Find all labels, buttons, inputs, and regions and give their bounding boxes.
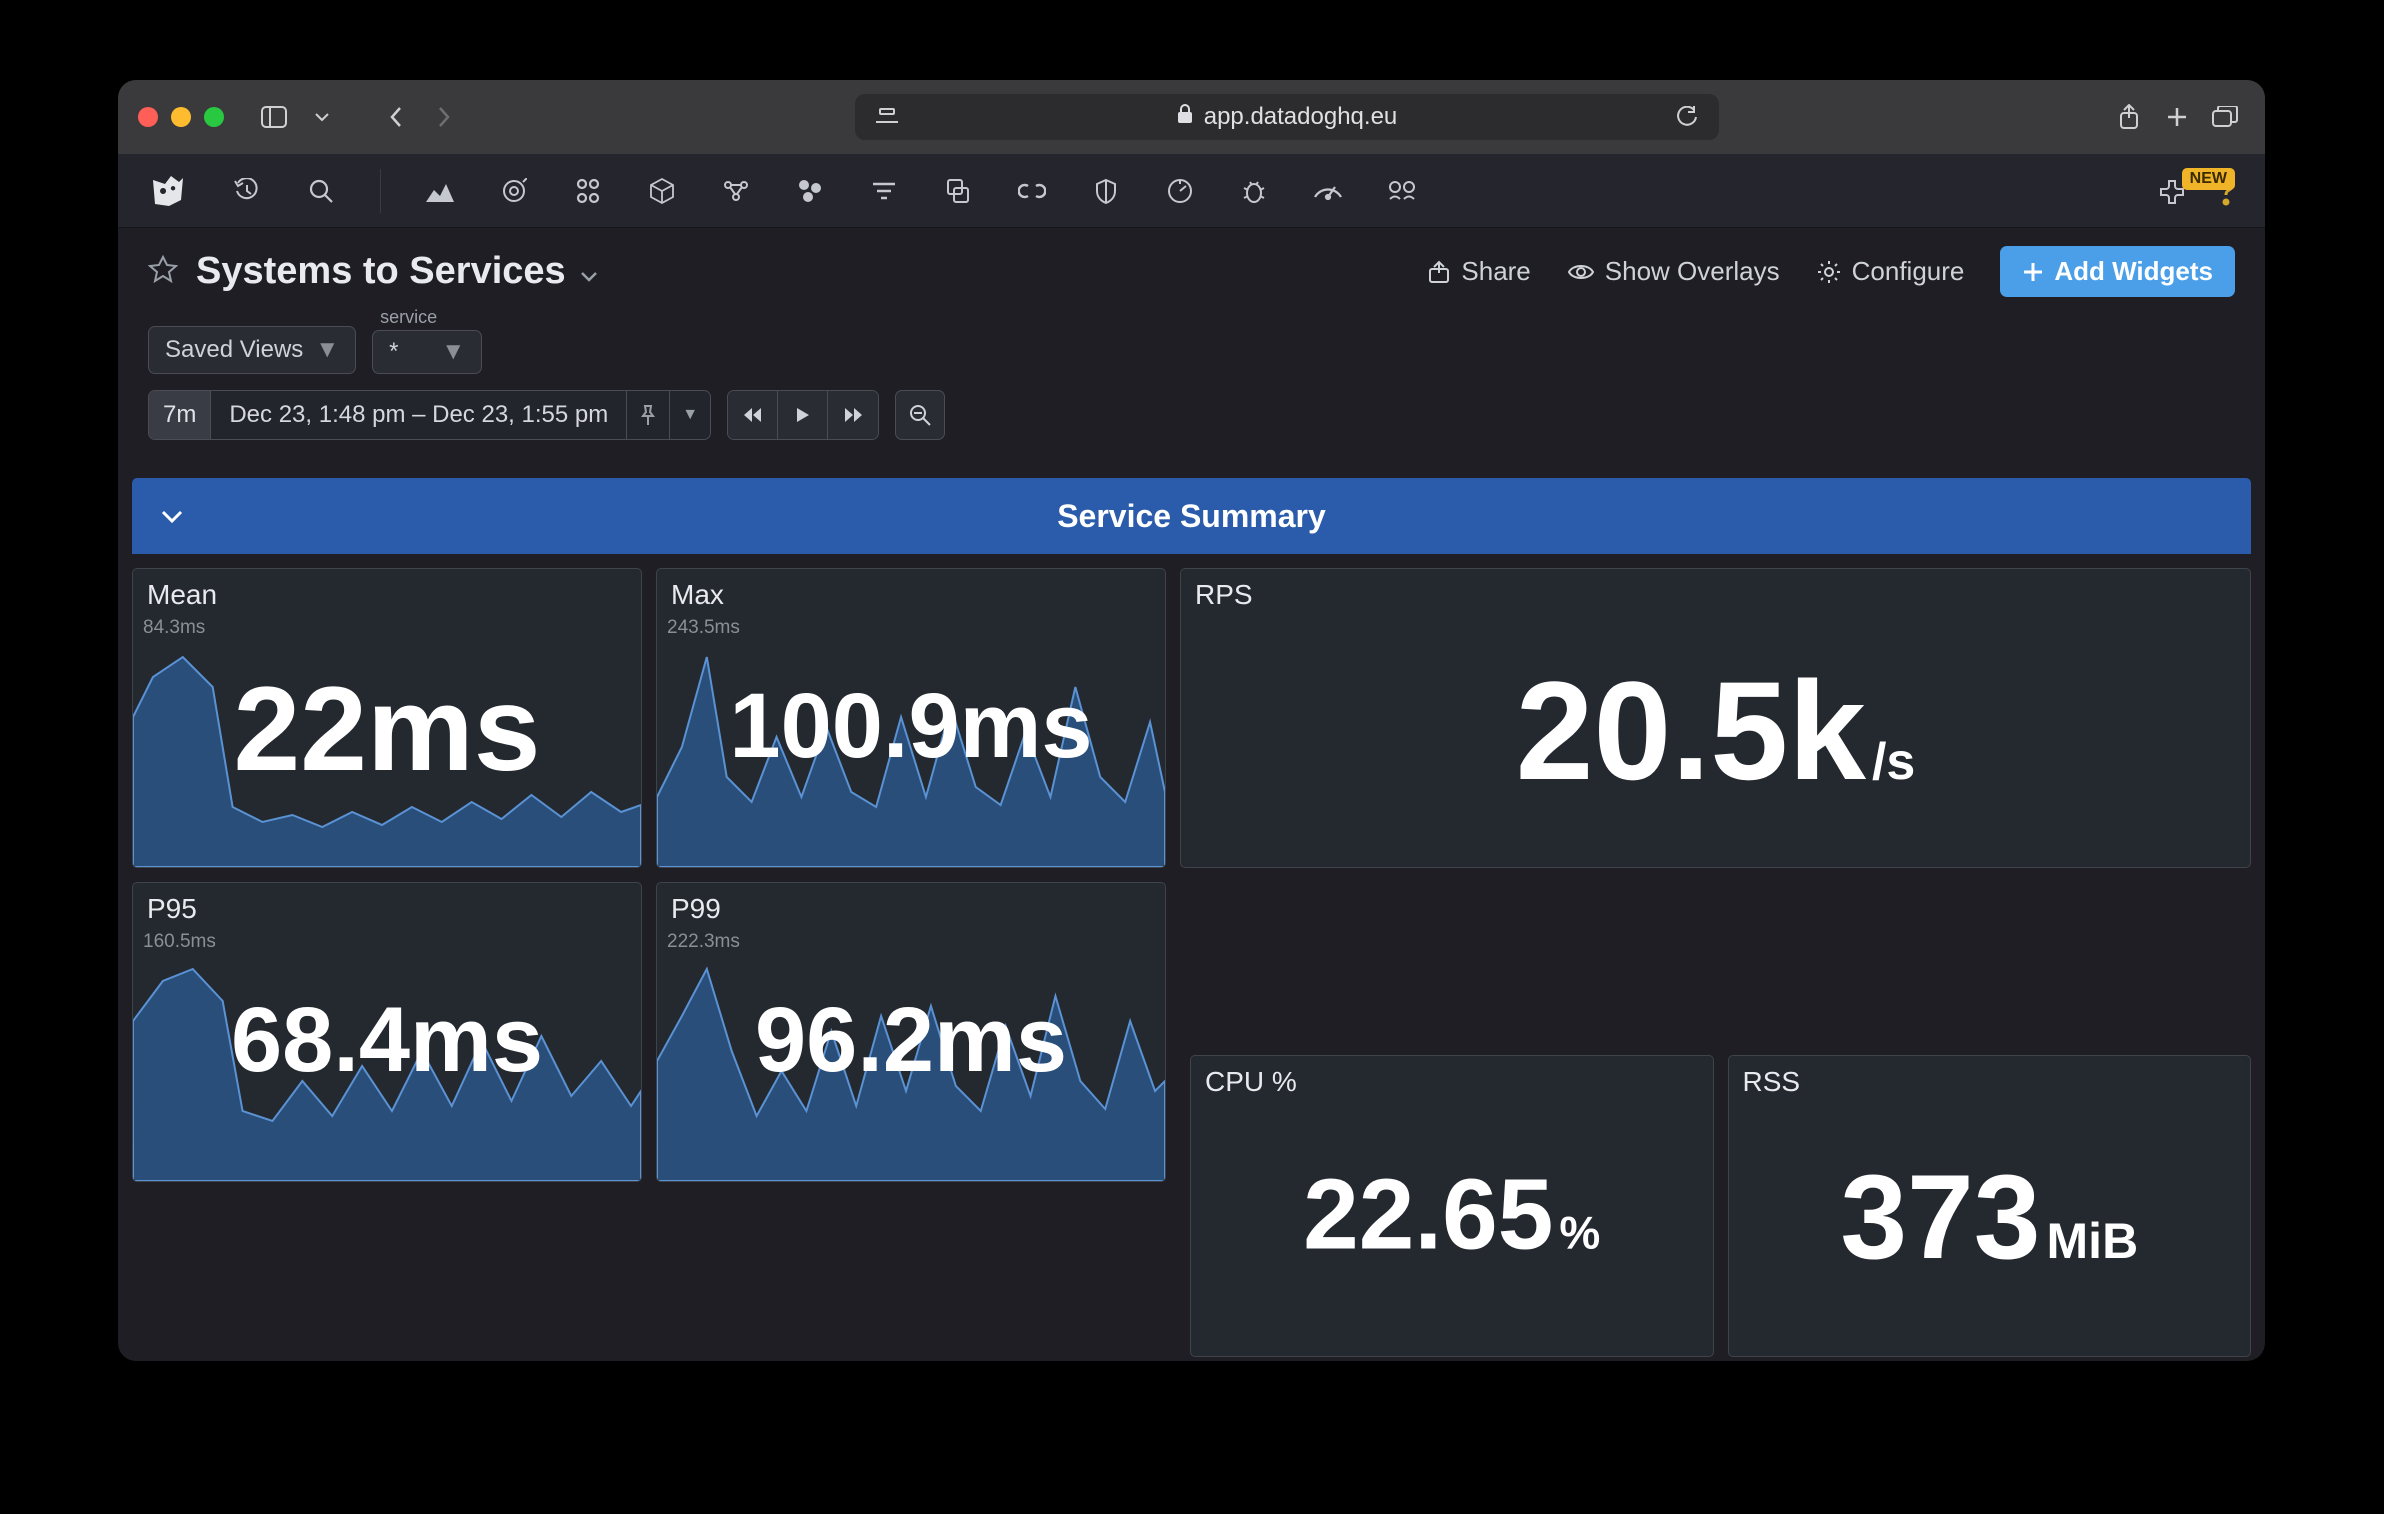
page-header: Systems to Services Share Show Overlays … xyxy=(118,228,2265,297)
mean-card[interactable]: Mean 84.3ms 354µs 22ms xyxy=(132,568,642,868)
nav-back-button[interactable] xyxy=(376,97,416,137)
card-title: Mean xyxy=(133,569,641,611)
network-icon[interactable] xyxy=(795,176,825,206)
zoom-out-button[interactable] xyxy=(895,390,945,440)
window-minimize-button[interactable] xyxy=(171,107,191,127)
add-widgets-label: Add Widgets xyxy=(2054,256,2213,287)
synthetics-icon[interactable] xyxy=(1387,176,1417,206)
lock-icon xyxy=(1176,103,1194,131)
share-icon[interactable] xyxy=(2109,97,2149,137)
profiler-icon[interactable] xyxy=(1165,176,1195,206)
p99-card[interactable]: P99 222.3ms 1.8ms 96.2ms xyxy=(656,882,1166,1182)
service-summary-banner[interactable]: Service Summary xyxy=(132,478,2251,554)
show-overlays-label: Show Overlays xyxy=(1605,256,1780,287)
url-bar[interactable]: app.datadoghq.eu xyxy=(855,94,1719,140)
pin-icon[interactable] xyxy=(626,391,669,439)
axis-top: 222.3ms xyxy=(667,931,740,953)
search-icon[interactable] xyxy=(306,176,336,206)
add-widgets-button[interactable]: Add Widgets xyxy=(2000,246,2235,297)
safari-titlebar: app.datadoghq.eu xyxy=(118,80,2265,154)
window-close-button[interactable] xyxy=(138,107,158,127)
card-title: P95 xyxy=(133,883,641,925)
step-back-button[interactable] xyxy=(728,391,778,439)
chevron-down-icon[interactable] xyxy=(302,97,342,137)
service-filter-dropdown[interactable]: * ▼ xyxy=(372,330,482,374)
share-label: Share xyxy=(1461,256,1530,287)
website-settings-icon[interactable] xyxy=(867,97,907,137)
configure-button[interactable]: Configure xyxy=(1816,256,1965,287)
card-value: 68.4ms xyxy=(231,988,543,1093)
service-filter-value: * xyxy=(389,338,398,366)
containers-icon[interactable] xyxy=(647,176,677,206)
card-value: 96.2ms xyxy=(755,988,1067,1093)
configure-label: Configure xyxy=(1852,256,1965,287)
dashboards-icon[interactable] xyxy=(425,176,455,206)
cpu-card[interactable]: CPU % 22.65% xyxy=(1190,1055,1714,1357)
banner-title: Service Summary xyxy=(1057,498,1326,535)
time-row: 7m Dec 23, 1:48 pm – Dec 23, 1:55 pm ▼ xyxy=(118,384,2265,458)
chevron-down-icon[interactable] xyxy=(580,250,598,293)
card-title: P99 xyxy=(657,883,1165,925)
time-range-picker[interactable]: 7m Dec 23, 1:48 pm – Dec 23, 1:55 pm ▼ xyxy=(148,390,711,440)
time-range-text: Dec 23, 1:48 pm – Dec 23, 1:55 pm xyxy=(211,391,626,439)
card-value: 22ms xyxy=(234,660,541,798)
browser-window: app.datadoghq.eu xyxy=(118,80,2265,1361)
security-icon[interactable] xyxy=(1091,176,1121,206)
show-overlays-button[interactable]: Show Overlays xyxy=(1567,256,1780,287)
watchdog-icon[interactable] xyxy=(499,176,529,206)
card-title: RSS xyxy=(1729,1056,2251,1098)
reload-button[interactable] xyxy=(1667,97,1707,137)
favorite-star-icon[interactable] xyxy=(148,254,178,289)
apm-icon[interactable] xyxy=(943,176,973,206)
card-value: 100.9ms xyxy=(729,674,1092,779)
saved-views-dropdown[interactable]: Saved Views ▼ xyxy=(148,326,356,374)
ci-icon[interactable] xyxy=(1017,176,1047,206)
service-filter-label: service xyxy=(380,307,482,328)
card-value: 20.5k/s xyxy=(1516,650,1916,812)
page-title: Systems to Services xyxy=(196,250,566,293)
debug-icon[interactable] xyxy=(1239,176,1269,206)
logs-icon[interactable] xyxy=(869,176,899,206)
playback-controls xyxy=(727,390,879,440)
axis-top: 160.5ms xyxy=(143,931,216,953)
infrastructure-icon[interactable] xyxy=(573,176,603,206)
rum-icon[interactable] xyxy=(1313,176,1343,206)
card-title: Max xyxy=(657,569,1165,611)
window-zoom-button[interactable] xyxy=(204,107,224,127)
card-value: 373MiB xyxy=(1840,1148,2138,1286)
max-card[interactable]: Max 243.5ms 40.2ms 100.9ms xyxy=(656,568,1166,868)
play-button[interactable] xyxy=(778,391,828,439)
rss-card[interactable]: RSS 373MiB xyxy=(1728,1055,2252,1357)
p95-card[interactable]: P95 160.5ms 728µs 68.4ms xyxy=(132,882,642,1182)
url-host: app.datadoghq.eu xyxy=(1204,103,1398,131)
rps-card[interactable]: RPS 20.5k/s xyxy=(1180,568,2251,868)
chevron-down-icon[interactable]: ▼ xyxy=(669,391,710,439)
card-title: CPU % xyxy=(1191,1056,1713,1098)
new-badge: NEW xyxy=(2182,168,2235,190)
saved-views-label: Saved Views xyxy=(165,336,303,364)
serverless-icon[interactable] xyxy=(721,176,751,206)
new-tab-icon[interactable] xyxy=(2157,97,2197,137)
card-title: RPS xyxy=(1181,569,2250,611)
chevron-down-icon xyxy=(160,500,184,532)
share-button[interactable]: Share xyxy=(1427,256,1530,287)
filters-row: Saved Views ▼ service * ▼ xyxy=(118,297,2265,384)
tab-overview-icon[interactable] xyxy=(2205,97,2245,137)
time-range-badge: 7m xyxy=(149,391,211,439)
history-icon[interactable] xyxy=(232,176,262,206)
card-value: 22.65% xyxy=(1303,1158,1600,1273)
axis-top: 84.3ms xyxy=(143,617,205,639)
axis-top: 243.5ms xyxy=(667,617,740,639)
datadog-logo-icon[interactable] xyxy=(148,171,188,211)
step-forward-button[interactable] xyxy=(828,391,878,439)
nav-forward-button[interactable] xyxy=(424,97,464,137)
sidebar-toggle-icon[interactable] xyxy=(254,97,294,137)
app-nav: NEW xyxy=(118,154,2265,228)
